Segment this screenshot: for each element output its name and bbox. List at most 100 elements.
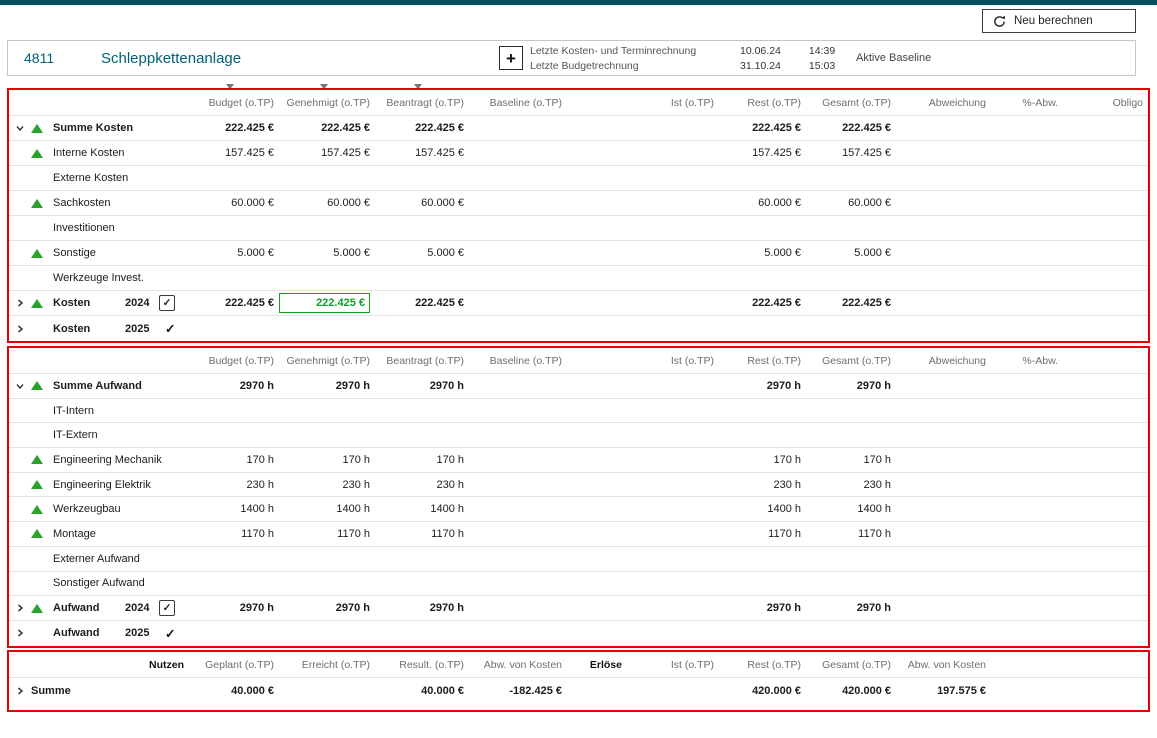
cell-abweichung[interactable] [896, 448, 991, 472]
cell-budget-o-tp[interactable]: 222.425 € [189, 116, 279, 140]
cell-genehmigt-o-tp[interactable]: 222.425 € [279, 291, 375, 315]
cell-budget-o-tp[interactable]: 222.425 € [189, 291, 279, 315]
cell-baseline-o-tp[interactable] [469, 423, 567, 447]
cell-beantragt-o-tp[interactable]: 170 h [375, 448, 469, 472]
cell-abweichung[interactable] [896, 141, 991, 165]
cell-abw[interactable] [991, 448, 1063, 472]
cell-budget-o-tp[interactable]: 5.000 € [189, 241, 279, 265]
cell-genehmigt-o-tp[interactable]: 2970 h [279, 596, 375, 620]
cell-budget-o-tp[interactable]: 1400 h [189, 497, 279, 521]
cell-budget-o-tp[interactable] [189, 399, 279, 423]
cell-blank[interactable] [1063, 621, 1148, 646]
column-header-genehmigt-o-tp[interactable]: Genehmigt (o.TP) [279, 97, 375, 109]
table-row-engineering-mechanik[interactable]: Engineering Mechanik170 h170 h170 h170 h… [9, 448, 1148, 473]
cell-abweichung[interactable] [896, 374, 991, 398]
cell-abweichung[interactable] [896, 216, 991, 240]
cell-genehmigt-o-tp[interactable]: 170 h [279, 448, 375, 472]
column-header-abw-von-kosten[interactable]: Abw. von Kosten [469, 659, 567, 671]
cell-ist-o-tp[interactable] [567, 191, 719, 215]
cell-budget-o-tp[interactable] [189, 572, 279, 596]
cell-abw[interactable] [991, 166, 1063, 190]
column-header-baseline-o-tp[interactable]: Baseline (o.TP) [469, 97, 567, 109]
cell-baseline-o-tp[interactable] [469, 316, 567, 341]
cell-abw[interactable] [991, 291, 1063, 315]
cell-abw[interactable] [991, 522, 1063, 546]
cell-genehmigt-o-tp[interactable] [279, 316, 375, 341]
cell-gesamt-o-tp[interactable] [806, 572, 896, 596]
cell-gesamt-o-tp[interactable] [806, 423, 896, 447]
chevron-right-icon[interactable] [15, 628, 31, 638]
table-row-interne-kosten[interactable]: Interne Kosten157.425 €157.425 €157.425 … [9, 141, 1148, 166]
cell-abw[interactable] [991, 497, 1063, 521]
cell-budget-o-tp[interactable] [189, 266, 279, 290]
column-header-budget-o-tp[interactable]: Budget (o.TP) [189, 355, 279, 367]
cell-abweichung[interactable] [896, 522, 991, 546]
cell-blank[interactable] [1063, 473, 1148, 497]
cell-abweichung[interactable] [896, 116, 991, 140]
column-header-ist-o-tp[interactable]: Ist (o.TP) [567, 355, 719, 367]
cell-abweichung[interactable] [896, 596, 991, 620]
cell-abw-von-kosten[interactable]: -182.425 € [469, 678, 567, 703]
cell-gesamt-o-tp[interactable]: 1170 h [806, 522, 896, 546]
cell-beantragt-o-tp[interactable] [375, 547, 469, 571]
cell-beantragt-o-tp[interactable] [375, 399, 469, 423]
column-header-gesamt-o-tp[interactable]: Gesamt (o.TP) [806, 97, 896, 109]
cell-ist-o-tp[interactable] [567, 621, 719, 646]
cell-baseline-o-tp[interactable] [469, 216, 567, 240]
cell-abweichung[interactable] [896, 191, 991, 215]
column-header-abweichung[interactable]: Abweichung [896, 355, 991, 367]
cell-abw[interactable] [991, 596, 1063, 620]
cell-obligo[interactable] [1063, 266, 1148, 290]
cell-gesamt-o-tp[interactable] [806, 621, 896, 646]
cell-rest-o-tp[interactable] [719, 423, 806, 447]
cell-blank[interactable] [1063, 522, 1148, 546]
cell-rest-o-tp[interactable] [719, 547, 806, 571]
cell-rest-o-tp[interactable] [719, 316, 806, 341]
column-header-obligo[interactable]: Obligo [1063, 97, 1148, 109]
cell-genehmigt-o-tp[interactable]: 1170 h [279, 522, 375, 546]
cell-gesamt-o-tp[interactable]: 60.000 € [806, 191, 896, 215]
cell-rest-o-tp[interactable]: 1400 h [719, 497, 806, 521]
cell-abweichung[interactable] [896, 316, 991, 341]
cell-genehmigt-o-tp[interactable]: 230 h [279, 473, 375, 497]
cell-gesamt-o-tp[interactable]: 1400 h [806, 497, 896, 521]
cell-baseline-o-tp[interactable] [469, 241, 567, 265]
cell-abw[interactable] [991, 572, 1063, 596]
cell-abw[interactable] [991, 141, 1063, 165]
cell-blank[interactable] [1063, 572, 1148, 596]
cell-rest-o-tp[interactable] [719, 621, 806, 646]
cell-abweichung[interactable] [896, 572, 991, 596]
cell-obligo[interactable] [1063, 291, 1148, 315]
cell-obligo[interactable] [1063, 241, 1148, 265]
cell-gesamt-o-tp[interactable]: 230 h [806, 473, 896, 497]
cell-gesamt-o-tp[interactable] [806, 399, 896, 423]
cell-baseline-o-tp[interactable] [469, 497, 567, 521]
table-row-sachkosten[interactable]: Sachkosten60.000 €60.000 €60.000 €60.000… [9, 191, 1148, 216]
cell-gesamt-o-tp[interactable]: 222.425 € [806, 291, 896, 315]
cell-rest-o-tp[interactable]: 60.000 € [719, 191, 806, 215]
cell-blank[interactable] [1063, 423, 1148, 447]
cell-beantragt-o-tp[interactable]: 60.000 € [375, 191, 469, 215]
cell-genehmigt-o-tp[interactable]: 1400 h [279, 497, 375, 521]
cell-genehmigt-o-tp[interactable]: 2970 h [279, 374, 375, 398]
table-row-summe[interactable]: Summe40.000 €40.000 €-182.425 €420.000 €… [9, 678, 1148, 703]
column-header-gesamt-o-tp[interactable]: Gesamt (o.TP) [806, 355, 896, 367]
cell-baseline-o-tp[interactable] [469, 266, 567, 290]
cell-ist-o-tp[interactable] [567, 291, 719, 315]
column-header-ist-o-tp[interactable]: Ist (o.TP) [627, 659, 719, 671]
column-header-erreicht-o-tp[interactable]: Erreicht (o.TP) [279, 659, 375, 671]
cell-ist-o-tp[interactable] [567, 374, 719, 398]
cell-baseline-o-tp[interactable] [469, 191, 567, 215]
cell-abweichung[interactable] [896, 621, 991, 646]
column-header-abweichung[interactable]: Abweichung [896, 97, 991, 109]
cell-beantragt-o-tp[interactable]: 5.000 € [375, 241, 469, 265]
cell-blank[interactable] [1063, 497, 1148, 521]
table-row-sonstige[interactable]: Sonstige5.000 €5.000 €5.000 €5.000 €5.00… [9, 241, 1148, 266]
cell-abw[interactable] [991, 316, 1063, 341]
column-header-rest-o-tp[interactable]: Rest (o.TP) [719, 97, 806, 109]
cell-genehmigt-o-tp[interactable] [279, 572, 375, 596]
cell-abweichung[interactable] [896, 399, 991, 423]
table-row-externer-aufwand[interactable]: Externer Aufwand [9, 547, 1148, 572]
cell-ist-o-tp[interactable] [567, 572, 719, 596]
column-header-nutzen[interactable]: Nutzen [9, 659, 189, 671]
